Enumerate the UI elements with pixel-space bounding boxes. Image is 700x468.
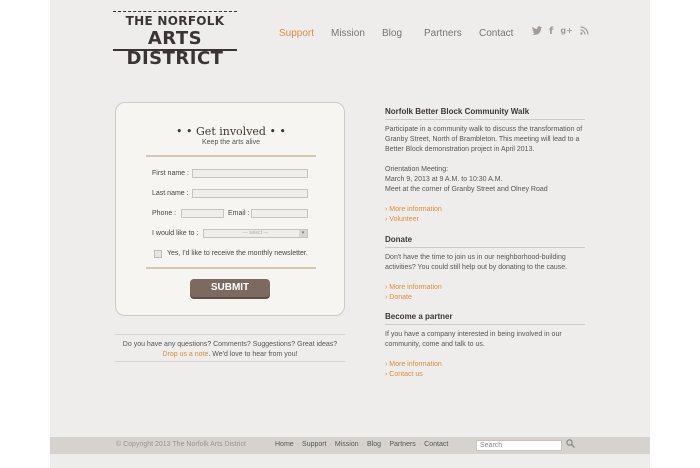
form-title: • • Get involved • • — [176, 125, 286, 138]
nav-support[interactable]: Support — [279, 28, 314, 39]
logo-dashed-rule — [113, 11, 237, 12]
interest-select[interactable]: — select — ▾ — [203, 229, 308, 238]
form-subtitle: Keep the arts alive — [202, 139, 260, 146]
section-title: Become a partner — [385, 312, 585, 325]
chevron-down-icon: ▾ — [299, 230, 307, 237]
get-involved-form: • • Get involved • • Keep the arts alive… — [115, 102, 345, 316]
footer-link-home[interactable]: Home — [275, 441, 294, 448]
logo-line-1: THE NORFOLK — [113, 11, 237, 28]
footer: © Copyright 2013 The Norfolk Arts Distri… — [50, 437, 650, 454]
site-logo[interactable]: THE NORFOLK ARTS DISTRICT — [113, 11, 237, 69]
section-title: Norfolk Better Block Community Walk — [385, 107, 585, 120]
social-icons: f g+ — [532, 26, 589, 38]
form-top-divider — [146, 155, 316, 157]
footer-link-support[interactable]: Support — [302, 441, 327, 448]
section-become-partner: Become a partner If you have a company i… — [385, 312, 585, 380]
phone-label: Phone : — [152, 210, 177, 217]
first-name-field[interactable] — [192, 169, 308, 178]
last-name-label: Last name : — [152, 190, 189, 197]
form-bottom-divider — [146, 267, 316, 269]
twitter-icon[interactable] — [532, 26, 542, 38]
phone-field[interactable] — [181, 209, 224, 218]
contact-us-link[interactable]: › Contact us — [385, 370, 585, 380]
footer-link-contact[interactable]: Contact — [424, 441, 448, 448]
more-information-link[interactable]: › More information — [385, 283, 585, 293]
section-community-walk: Norfolk Better Block Community Walk Part… — [385, 107, 585, 225]
section-paragraph: Orientation Meeting: March 9, 2013 at 9 … — [385, 166, 548, 193]
nav-contact[interactable]: Contact — [479, 28, 513, 39]
logo-underline — [113, 49, 237, 51]
rss-icon[interactable] — [580, 26, 589, 38]
first-name-label: First name : — [152, 170, 189, 177]
more-information-link[interactable]: › More information — [385, 205, 585, 215]
volunteer-link[interactable]: › Volunteer — [385, 215, 585, 225]
search-icon[interactable] — [566, 439, 575, 451]
google-plus-icon[interactable]: g+ — [560, 26, 572, 38]
submit-button[interactable]: SUBMIT — [190, 279, 270, 297]
section-donate: Donate Don't have the time to join us in… — [385, 235, 585, 303]
interest-select-value: — select — — [242, 230, 269, 236]
last-name-field[interactable] — [192, 189, 308, 198]
footer-link-blog[interactable]: Blog — [367, 441, 381, 448]
questions-top-rule — [115, 334, 345, 335]
would-like-label: I would like to : — [152, 230, 199, 237]
section-paragraph: Participate in a community walk to discu… — [385, 126, 583, 153]
page-background: THE NORFOLK ARTS DISTRICT Support Missio… — [50, 0, 650, 468]
nav-partners[interactable]: Partners — [424, 28, 462, 39]
footer-link-partners[interactable]: Partners — [389, 441, 415, 448]
email-field[interactable] — [251, 209, 308, 218]
email-label: Email : — [228, 210, 250, 217]
search-input[interactable]: Search — [476, 440, 562, 451]
footer-nav: Home · Support · Mission · Blog · Partners · … — [275, 441, 449, 448]
drop-us-a-note-link[interactable]: Drop us a note — [162, 351, 208, 358]
nav-blog[interactable]: Blog — [382, 28, 402, 39]
facebook-icon[interactable]: f — [549, 26, 553, 38]
section-paragraph: Don't have the time to join us in our ne… — [385, 254, 568, 271]
section-title: Donate — [385, 235, 585, 248]
newsletter-checkbox[interactable] — [154, 250, 162, 258]
questions-bottom-rule — [115, 361, 345, 362]
copyright-text: © Copyright 2013 The Norfolk Arts Distri… — [116, 441, 246, 448]
section-paragraph: If you have a company interested in bein… — [385, 331, 562, 348]
questions-text: Do you have any questions? Comments? Sug… — [122, 341, 338, 358]
nav-mission[interactable]: Mission — [331, 28, 365, 39]
donate-link[interactable]: › Donate — [385, 293, 585, 303]
more-information-link[interactable]: › More information — [385, 360, 585, 370]
newsletter-label: Yes, I'd like to receive the monthly new… — [167, 250, 308, 257]
footer-link-mission[interactable]: Mission — [335, 441, 359, 448]
